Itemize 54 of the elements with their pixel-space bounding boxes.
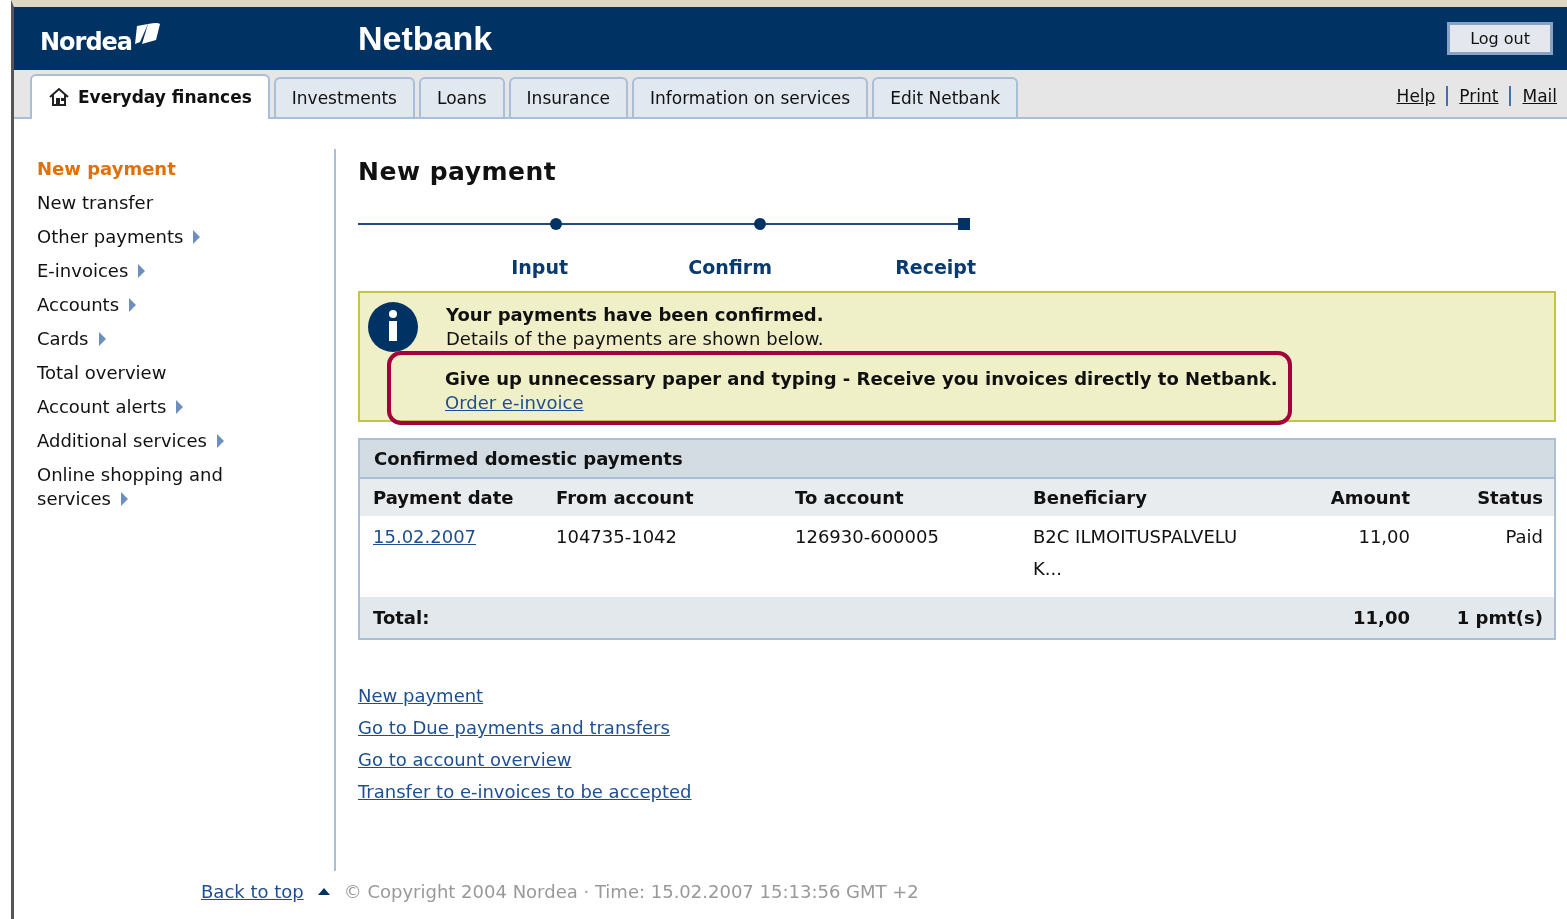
logo-text: Nordea [40, 27, 133, 56]
nav-tab[interactable]: Insurance [508, 77, 628, 117]
column-header: Payment date [373, 486, 515, 510]
nav-tab[interactable]: Everyday finances [30, 74, 270, 119]
notice-title: Your payments have been confirmed. [446, 303, 825, 327]
nav-tab[interactable]: Loans [418, 77, 505, 117]
app-title: Netbank [358, 19, 493, 58]
sidebar-item[interactable]: E-invoices [37, 259, 277, 283]
action-link[interactable]: Transfer to e-invoices to be accepted [358, 780, 692, 804]
total-count: 1 pmt(s) [1455, 606, 1543, 630]
sidebar-item[interactable]: Total overview [37, 361, 277, 385]
copyright-text: © Copyright 2004 Nordea · Time: 15.02.2007 15:13:56 GMT +2 [343, 881, 919, 902]
table-cell-text: 104735-1042 [556, 525, 679, 549]
sidebar-item[interactable]: Other payments [37, 225, 277, 249]
nav-tab[interactable]: Information on services [632, 77, 869, 117]
sail-logo-icon [134, 21, 163, 46]
column-header: Status [1476, 486, 1543, 510]
nav-tab[interactable]: Edit Netbank [872, 77, 1019, 117]
table-cell-text: 126930-600005 [795, 525, 940, 549]
action-link[interactable]: New payment [358, 684, 484, 708]
sidebar-item[interactable]: Accounts [37, 293, 277, 317]
info-icon [367, 301, 419, 353]
step-label: Input [510, 256, 568, 278]
total-amount: 11,00 [1352, 606, 1410, 630]
sidebar-item[interactable]: Online shopping and services [37, 463, 277, 511]
logout-button[interactable]: Log out [1447, 22, 1553, 55]
table-cell-text: Paid [1504, 525, 1543, 549]
promo-text: Give up unnecessary paper and typing - Receive you invoices directly to Netbank. [445, 367, 1278, 391]
order-link[interactable]: Order e-invoice [445, 392, 584, 413]
nav-tab[interactable]: Investments [273, 77, 415, 117]
sidebar-item[interactable]: New transfer [37, 191, 277, 215]
step-label: Receipt [894, 256, 976, 278]
column-header: To account [795, 486, 905, 510]
total-label: Total: [373, 606, 431, 630]
header-link[interactable]: Help [1396, 85, 1436, 106]
table-cell-text: 11,00 [1357, 525, 1410, 549]
sidebar-item[interactable]: Additional services [37, 429, 277, 453]
column-header: From account [556, 486, 695, 510]
column-header: Beneficiary [1033, 486, 1148, 510]
house-icon [48, 86, 70, 107]
header-link[interactable]: Print [1459, 85, 1499, 106]
table-title: Confirmed domestic payments [360, 440, 1554, 479]
date-link[interactable]: 15.02.2007 [373, 526, 477, 547]
action-link[interactable]: Go to Due payments and transfers [358, 716, 670, 740]
notice-text: Details of the payments are shown below. [446, 328, 824, 349]
up-triangle-icon [317, 887, 330, 896]
sidebar-item[interactable]: Cards [37, 327, 277, 351]
sidebar-item[interactable]: Account alerts [37, 395, 277, 419]
action-link[interactable]: Go to account overview [358, 748, 572, 772]
page-title: New payment [358, 157, 558, 186]
table-cell-text: B2C ILMOITUSPALVELU K... [1033, 525, 1239, 581]
column-header: Amount [1329, 486, 1410, 510]
header-link[interactable]: Mail [1522, 85, 1557, 106]
back-to-top-link[interactable]: Back to top [201, 881, 304, 902]
